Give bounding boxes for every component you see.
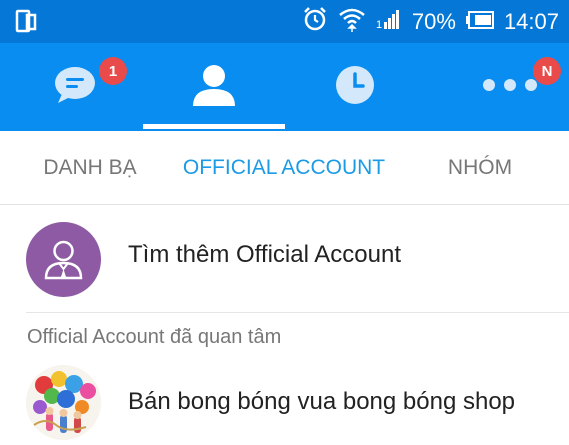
alarm-icon <box>302 6 328 38</box>
nav-contacts-tab[interactable] <box>143 43 285 131</box>
nav-messages-tab[interactable] <box>30 43 120 131</box>
wifi-icon <box>338 6 366 38</box>
find-official-account-row[interactable]: Tìm thêm Official Account <box>0 205 569 313</box>
status-bar: 1 70% 14:07 <box>0 0 569 43</box>
clock-time: 14:07 <box>503 8 559 34</box>
official-account-name: Bán bong bóng vua bong bóng shop <box>128 388 516 415</box>
more-dots-icon <box>482 78 538 97</box>
more-badge: N <box>533 57 561 85</box>
tab-official-account[interactable]: OFFICIAL ACCOUNT <box>168 131 400 204</box>
clock-icon <box>335 65 375 110</box>
battery-icon <box>465 9 494 35</box>
official-account-icon <box>26 222 101 297</box>
chat-bubble-icon <box>54 66 96 109</box>
divider <box>26 312 569 313</box>
signal-icon: 1 <box>376 8 402 36</box>
nav-timeline-tab[interactable] <box>305 43 405 131</box>
tab-danh-ba[interactable]: DANH BẠ <box>0 131 180 204</box>
section-header: Official Account đã quan tâm <box>27 326 282 348</box>
top-nav-bar: 1 N <box>0 43 569 131</box>
list-item[interactable]: Bán bong bóng vua bong bóng shop <box>0 360 569 445</box>
selected-tab-indicator <box>143 124 285 129</box>
phone-rotate-icon <box>15 9 37 33</box>
find-official-account-label: Tìm thêm Official Account <box>128 241 401 268</box>
status-right: 1 70% 14:07 <box>302 0 559 43</box>
contacts-subtabs: DANH BẠ OFFICIAL ACCOUNT NHÓM <box>0 131 569 205</box>
messages-badge: 1 <box>99 57 127 85</box>
battery-percent: 70% <box>411 8 456 34</box>
person-icon <box>192 63 236 112</box>
balloon-shop-avatar <box>26 365 101 440</box>
tab-nhom[interactable]: NHÓM <box>420 131 540 204</box>
svg-text:1: 1 <box>376 19 382 30</box>
